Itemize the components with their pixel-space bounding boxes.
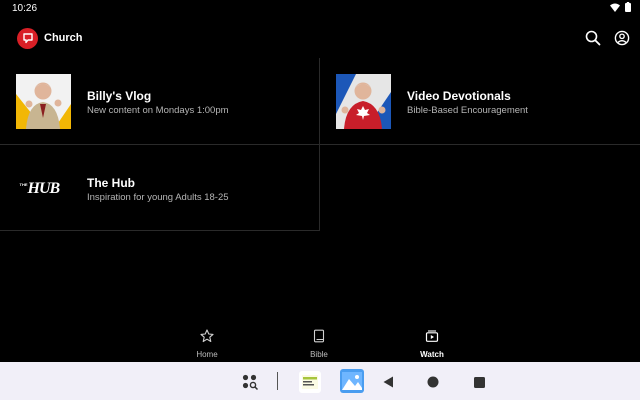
nav-label-bible: Bible xyxy=(310,350,328,359)
status-time: 10:26 xyxy=(12,2,38,14)
tile-text: Video Devotionals Bible-Based Encouragem… xyxy=(407,89,528,117)
video-devotionals-thumbnail xyxy=(336,74,391,129)
tile-text: The Hub Inspiration for young Adults 18-… xyxy=(87,176,229,204)
account-circle-icon[interactable] xyxy=(612,28,632,48)
tile-subtitle: New content on Mondays 1:00pm xyxy=(87,105,229,116)
taskbar-divider xyxy=(277,372,278,390)
chat-bubble-logo-icon xyxy=(17,27,38,49)
book-icon xyxy=(312,329,326,348)
nav-label-watch: Watch xyxy=(420,350,444,359)
nav-item-home[interactable]: Home xyxy=(177,329,237,359)
app-drawer-icon[interactable] xyxy=(240,372,260,392)
nav-item-bible[interactable]: Bible xyxy=(289,329,349,359)
tile-subtitle: Inspiration for young Adults 18-25 xyxy=(87,192,229,203)
tile-title: Billy's Vlog xyxy=(87,89,152,103)
tile-billys-vlog[interactable]: Billy's Vlog New content on Mondays 1:00… xyxy=(0,58,320,145)
the-hub-logo: THE HUB xyxy=(16,161,71,216)
search-icon[interactable] xyxy=(583,28,603,48)
tile-video-devotionals[interactable]: Video Devotionals Bible-Based Encouragem… xyxy=(320,58,640,145)
tile-the-hub[interactable]: THE HUB The Hub Inspiration for young Ad… xyxy=(0,145,320,231)
taskbar-app-icon[interactable] xyxy=(299,371,321,393)
app-title: Church xyxy=(44,32,83,44)
nav-label-home: Home xyxy=(196,350,218,359)
the-hub-logo-text: HUB xyxy=(27,179,61,197)
tile-title: Video Devotionals xyxy=(407,89,511,103)
wifi-icon xyxy=(610,0,620,17)
system-taskbar xyxy=(0,362,640,400)
battery-icon xyxy=(625,0,631,17)
recents-icon[interactable] xyxy=(471,374,487,390)
tile-text: Billy's Vlog New content on Mondays 1:00… xyxy=(87,89,229,117)
tile-title: The Hub xyxy=(87,176,135,190)
header-actions xyxy=(583,28,632,48)
star-icon xyxy=(200,329,214,348)
home-icon[interactable] xyxy=(425,374,441,390)
status-bar: 10:26 xyxy=(0,0,640,16)
billys-vlog-thumbnail xyxy=(16,74,71,129)
brand: Church xyxy=(17,27,83,49)
tile-subtitle: Bible-Based Encouragement xyxy=(407,105,528,116)
app-bar: Church xyxy=(0,22,640,54)
back-icon[interactable] xyxy=(380,374,396,390)
nav-item-watch[interactable]: Watch xyxy=(402,329,462,359)
status-icons xyxy=(610,0,631,17)
the-hub-logo-small: THE xyxy=(19,181,28,187)
video-library-icon xyxy=(425,329,439,348)
gallery-app-icon[interactable] xyxy=(340,369,364,393)
bottom-nav: Home Bible Watch xyxy=(0,326,640,362)
